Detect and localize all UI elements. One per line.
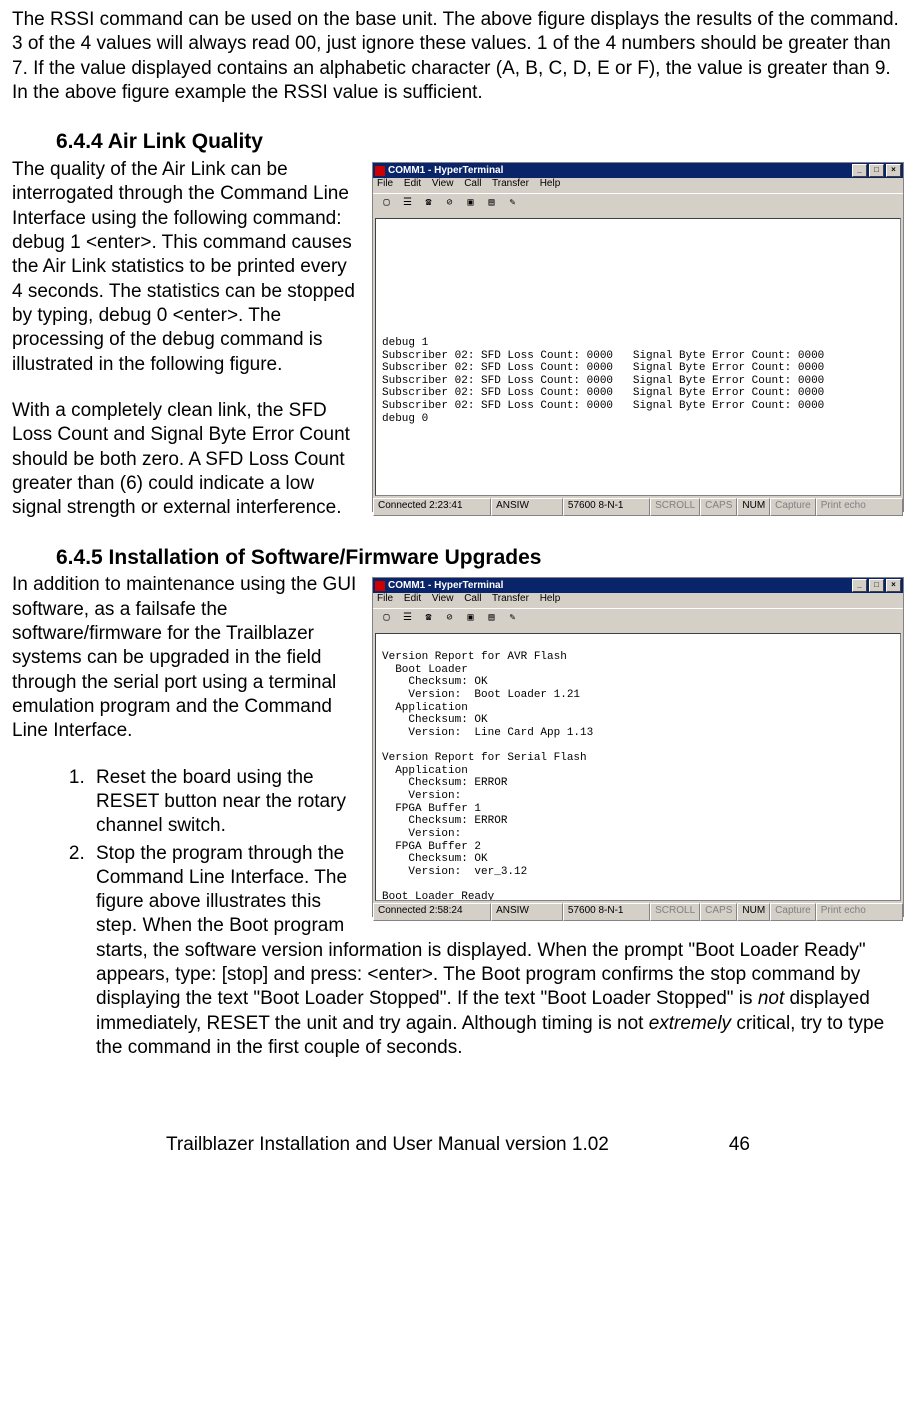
maximize-button[interactable]: □ (869, 164, 884, 177)
status-caps: CAPS (700, 903, 737, 921)
status-print: Print echo (816, 498, 903, 516)
status-bar: Connected 2:58:24 ANSIW 57600 8-N-1 SCRO… (373, 903, 903, 921)
toolbar: ▢ ☰ ☎ ⊘ ▣ ▤ ✎ (373, 193, 903, 216)
menu-help[interactable]: Help (540, 593, 561, 604)
status-baud: 57600 8-N-1 (563, 498, 650, 516)
menu-transfer[interactable]: Transfer (492, 593, 529, 604)
maximize-button[interactable]: □ (869, 579, 884, 592)
status-caps: CAPS (700, 498, 737, 516)
menu-help[interactable]: Help (540, 178, 561, 189)
menu-edit[interactable]: Edit (404, 178, 421, 189)
menu-transfer[interactable]: Transfer (492, 178, 529, 189)
toolbar-new-icon[interactable]: ▢ (377, 611, 396, 629)
hyperterminal-figure-2: COMM1 - HyperTerminal _ □ × File Edit Vi… (372, 577, 904, 917)
toolbar-connect-icon[interactable]: ☎ (419, 196, 438, 214)
menu-view[interactable]: View (432, 178, 454, 189)
step-2-not: not (758, 988, 784, 1009)
toolbar: ▢ ☰ ☎ ⊘ ▣ ▤ ✎ (373, 608, 903, 631)
menu-call[interactable]: Call (464, 593, 481, 604)
window-titlebar: COMM1 - HyperTerminal _ □ × (373, 163, 903, 178)
menu-bar: File Edit View Call Transfer Help (373, 178, 903, 193)
status-scroll: SCROLL (650, 903, 700, 921)
close-button[interactable]: × (886, 579, 901, 592)
intro-paragraph: The RSSI command can be used on the base… (12, 8, 904, 105)
section-644-heading: 6.4.4 Air Link Quality (56, 129, 904, 156)
menu-bar: File Edit View Call Transfer Help (373, 593, 903, 608)
menu-view[interactable]: View (432, 593, 454, 604)
toolbar-disconnect-icon[interactable]: ⊘ (440, 196, 459, 214)
menu-file[interactable]: File (377, 593, 393, 604)
toolbar-receive-icon[interactable]: ▤ (482, 611, 501, 629)
status-capture: Capture (770, 498, 816, 516)
status-time: Connected 2:23:41 (373, 498, 491, 516)
status-scroll: SCROLL (650, 498, 700, 516)
status-auto: ANSIW (491, 903, 563, 921)
footer-page-number: 46 (729, 1133, 750, 1157)
step-2-extremely: extremely (649, 1013, 731, 1034)
menu-file[interactable]: File (377, 178, 393, 189)
status-num: NUM (737, 498, 770, 516)
toolbar-connect-icon[interactable]: ☎ (419, 611, 438, 629)
app-icon (375, 581, 385, 591)
toolbar-disconnect-icon[interactable]: ⊘ (440, 611, 459, 629)
toolbar-open-icon[interactable]: ☰ (398, 196, 417, 214)
status-baud: 57600 8-N-1 (563, 903, 650, 921)
toolbar-props-icon[interactable]: ✎ (503, 611, 522, 629)
status-bar: Connected 2:23:41 ANSIW 57600 8-N-1 SCRO… (373, 498, 903, 516)
status-print: Print echo (816, 903, 903, 921)
status-time: Connected 2:58:24 (373, 903, 491, 921)
toolbar-receive-icon[interactable]: ▤ (482, 196, 501, 214)
status-auto: ANSIW (491, 498, 563, 516)
hyperterminal-figure-1: COMM1 - HyperTerminal _ □ × File Edit Vi… (372, 162, 904, 512)
status-capture: Capture (770, 903, 816, 921)
page-footer: Trailblazer Installation and User Manual… (12, 1133, 904, 1157)
section-645-heading: 6.4.5 Installation of Software/Firmware … (56, 545, 904, 572)
menu-call[interactable]: Call (464, 178, 481, 189)
footer-title: Trailblazer Installation and User Manual… (166, 1133, 609, 1157)
toolbar-send-icon[interactable]: ▣ (461, 611, 480, 629)
close-button[interactable]: × (886, 164, 901, 177)
window-title: COMM1 - HyperTerminal (388, 165, 503, 176)
minimize-button[interactable]: _ (852, 164, 867, 177)
toolbar-send-icon[interactable]: ▣ (461, 196, 480, 214)
menu-edit[interactable]: Edit (404, 593, 421, 604)
window-title: COMM1 - HyperTerminal (388, 580, 503, 591)
minimize-button[interactable]: _ (852, 579, 867, 592)
app-icon (375, 166, 385, 176)
terminal-output: debug 1 Subscriber 02: SFD Loss Count: 0… (375, 218, 901, 496)
toolbar-open-icon[interactable]: ☰ (398, 611, 417, 629)
window-titlebar: COMM1 - HyperTerminal _ □ × (373, 578, 903, 593)
terminal-output: Version Report for AVR Flash Boot Loader… (375, 633, 901, 901)
toolbar-new-icon[interactable]: ▢ (377, 196, 396, 214)
status-num: NUM (737, 903, 770, 921)
toolbar-props-icon[interactable]: ✎ (503, 196, 522, 214)
